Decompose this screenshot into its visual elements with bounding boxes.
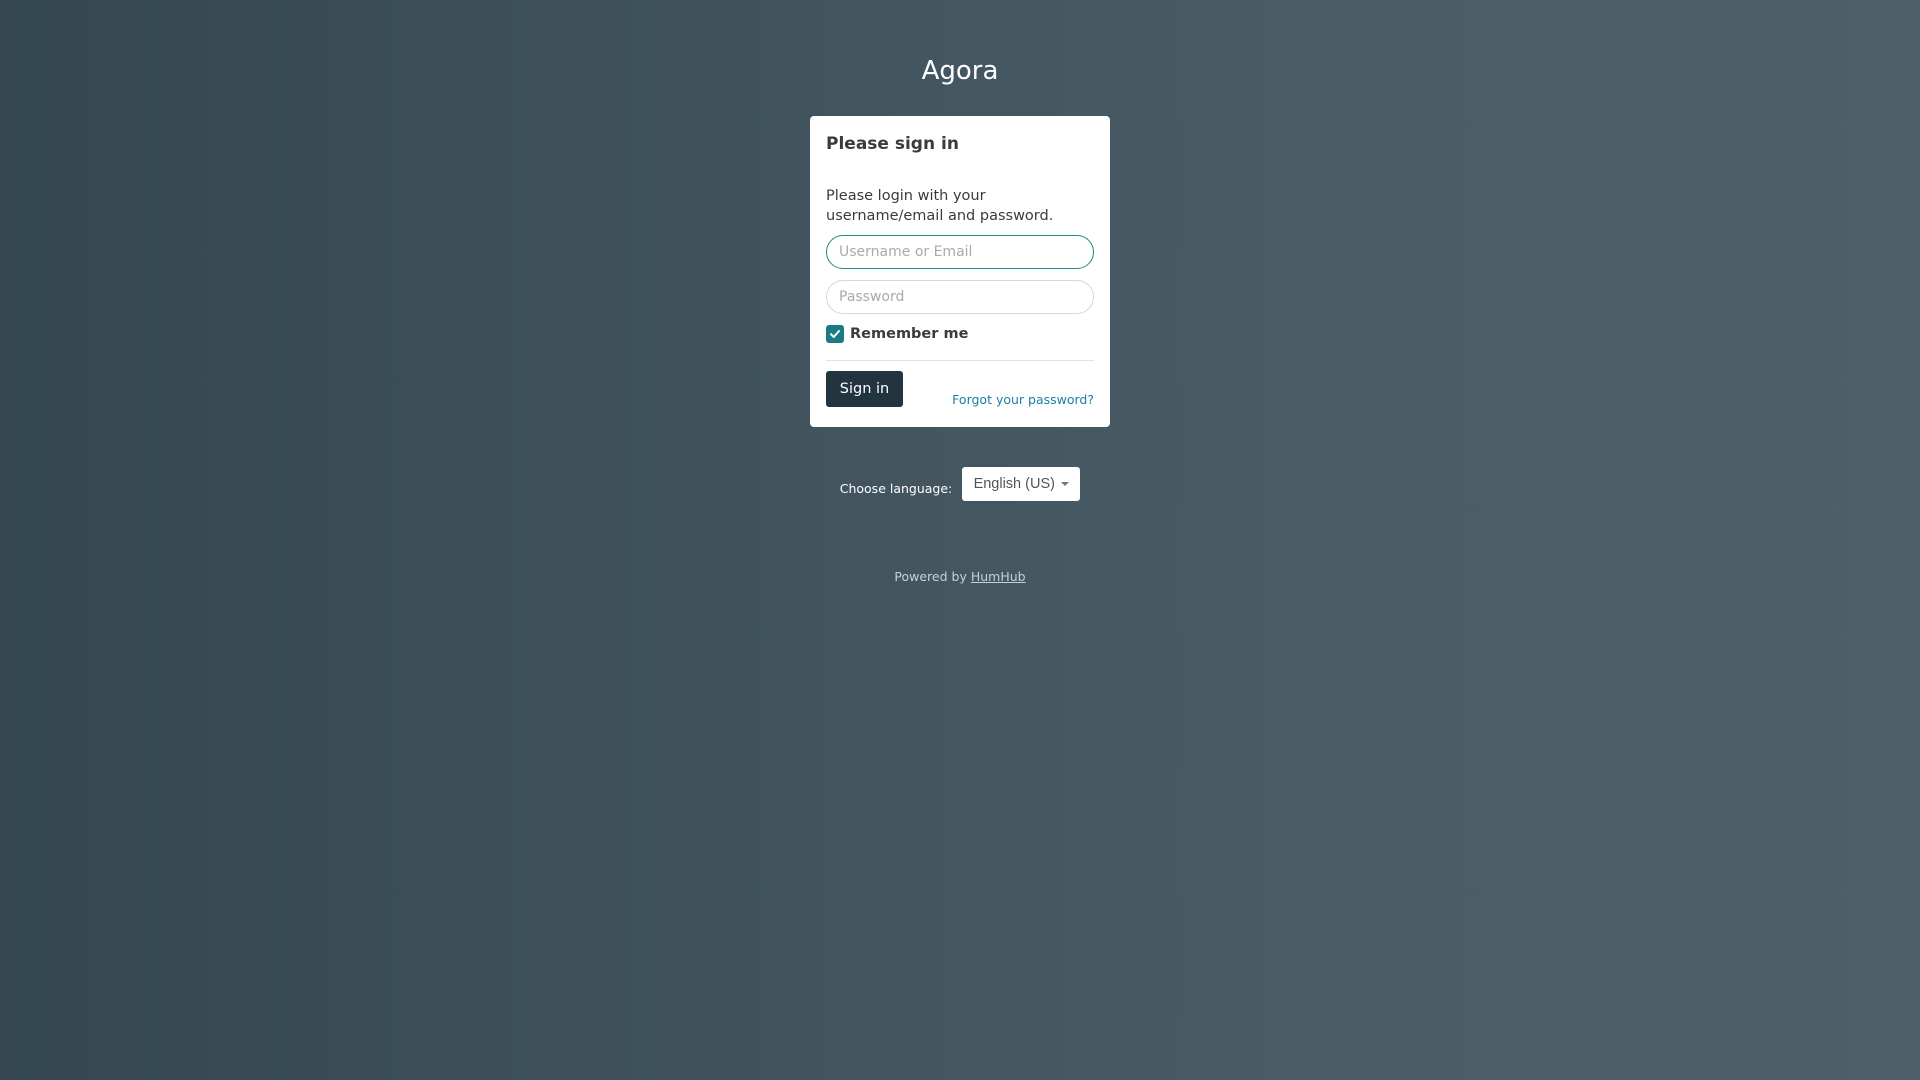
login-panel: Please sign in Please login with your us… <box>810 116 1110 427</box>
site-name: Agora <box>921 56 999 86</box>
language-label: Choose language: <box>839 480 953 496</box>
powered-by-footer: Powered by HumHub <box>0 569 1920 584</box>
humhub-link[interactable]: HumHub <box>971 569 1026 584</box>
language-dropdown[interactable]: English (US) <box>962 467 1081 501</box>
sign-in-button[interactable]: Sign in <box>826 371 903 407</box>
divider <box>826 360 1094 361</box>
remember-me-checkbox[interactable]: Remember me <box>826 325 968 343</box>
username-input[interactable] <box>826 235 1094 269</box>
forgot-password-link[interactable]: Forgot your password? <box>952 392 1094 407</box>
powered-by-prefix: Powered by <box>894 569 967 584</box>
language-chooser: Choose language: English (US) <box>0 467 1920 501</box>
remember-me-label: Remember me <box>850 326 969 342</box>
caret-down-icon <box>1060 482 1069 486</box>
language-selected-value: English (US) <box>973 476 1055 492</box>
login-intro-text: Please login with your username/email an… <box>826 188 1054 224</box>
check-icon[interactable] <box>826 325 844 343</box>
panel-heading: Please sign in <box>826 134 959 154</box>
password-input[interactable] <box>826 280 1094 314</box>
